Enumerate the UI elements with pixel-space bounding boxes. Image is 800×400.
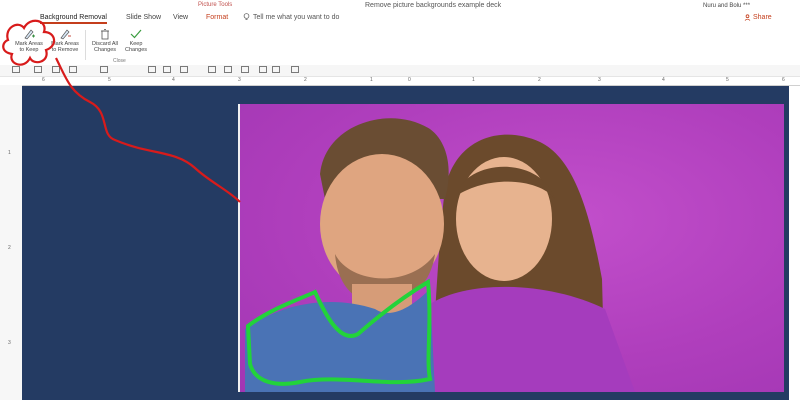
annotation-layer: [2, 19, 241, 203]
scribble-circle-annotation: [2, 19, 56, 66]
pointer-line-annotation: [55, 57, 241, 203]
